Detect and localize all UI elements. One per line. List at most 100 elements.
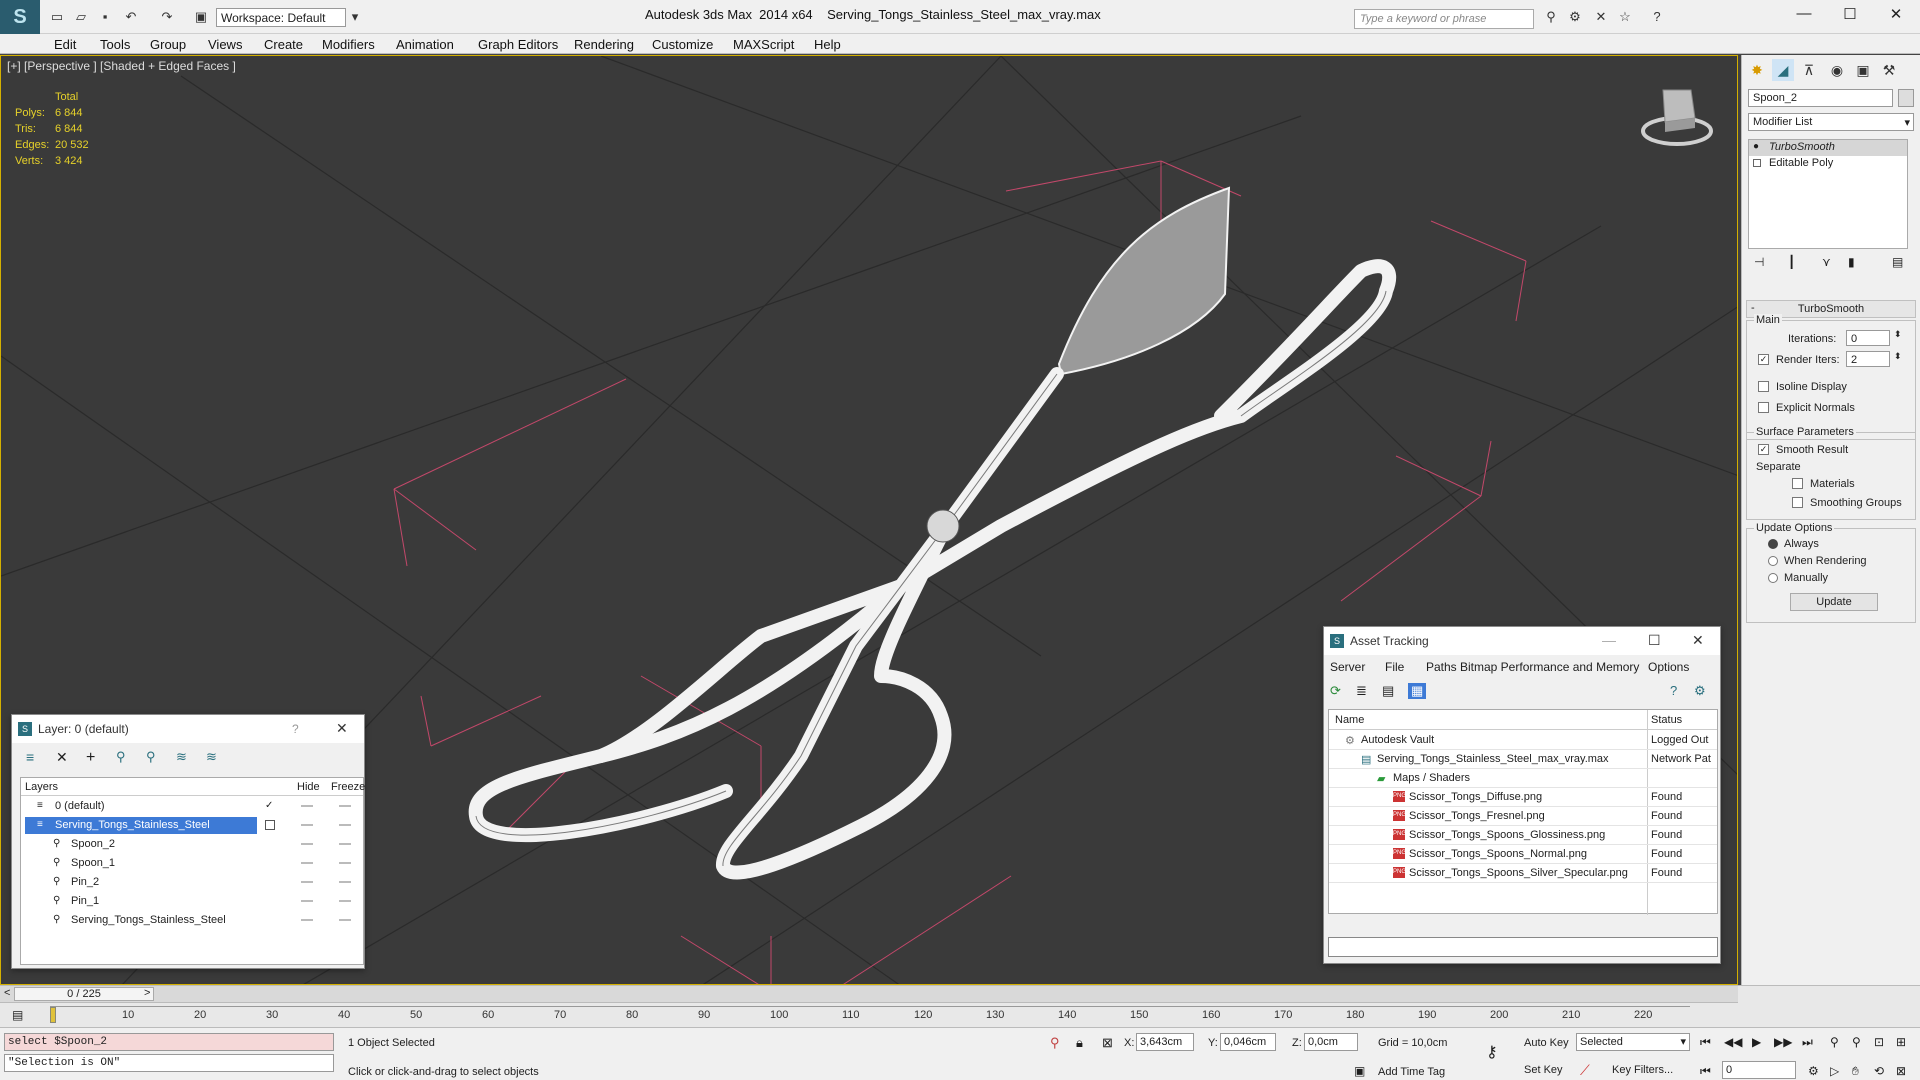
- hide-toggle[interactable]: [301, 919, 313, 921]
- track-bar[interactable]: 10 20 30 40 50 60 70 80 90 100 110 120 130 140 150 160 1…: [50, 1006, 1690, 1026]
- minimize-icon[interactable]: —: [1794, 5, 1814, 22]
- selection-lock-icon[interactable]: 🔒︎: [1076, 1035, 1083, 1051]
- zoom-all-icon[interactable]: ⚲: [1852, 1035, 1861, 1049]
- viewport-label[interactable]: [+] [Perspective ] [Shaded + Edged Faces…: [7, 59, 236, 73]
- make-unique-icon[interactable]: ⋎: [1822, 255, 1831, 269]
- object-name-input[interactable]: Spoon_2: [1748, 89, 1893, 107]
- maxscript-output-line[interactable]: "Selection is ON": [4, 1054, 334, 1072]
- stack-item-turbosmooth[interactable]: ● TurboSmooth: [1749, 140, 1907, 156]
- menu-customize[interactable]: Customize: [652, 37, 713, 52]
- zoom-icon[interactable]: ⚲: [1830, 1035, 1839, 1049]
- app-logo-icon[interactable]: S: [0, 0, 40, 34]
- minimize-icon[interactable]: —: [1602, 632, 1616, 648]
- close-icon[interactable]: ✕: [1886, 5, 1906, 23]
- hide-toggle[interactable]: [301, 881, 313, 883]
- help-icon[interactable]: ?: [1650, 10, 1664, 24]
- add-time-tag-button[interactable]: Add Time Tag: [1378, 1066, 1445, 1078]
- modifier-list-dropdown[interactable]: Modifier List ▾: [1748, 113, 1914, 131]
- time-slider[interactable]: 0 / 225: [14, 987, 154, 1001]
- delete-layer-icon[interactable]: ✕: [56, 749, 68, 766]
- track-bar-toggle-icon[interactable]: ▤: [12, 1008, 23, 1022]
- hide-toggle[interactable]: [301, 900, 313, 902]
- col-status[interactable]: Status: [1651, 714, 1682, 726]
- render-iters-spinner[interactable]: ⬍: [1894, 351, 1902, 362]
- pin-stack-icon[interactable]: ⊣: [1754, 255, 1764, 269]
- set-key-button[interactable]: Set Key: [1524, 1064, 1563, 1076]
- asset-row[interactable]: PNG Scissor_Tongs_Diffuse.png Found: [1329, 788, 1717, 807]
- y-coordinate-input[interactable]: 0,046cm: [1220, 1033, 1276, 1051]
- menu-bitmap-performance[interactable]: Bitmap Performance and Memory: [1460, 660, 1639, 674]
- freeze-toggle[interactable]: [339, 862, 351, 864]
- pan-icon[interactable]: ✋︎: [1852, 1064, 1859, 1079]
- asset-path-field[interactable]: [1328, 937, 1718, 957]
- update-button[interactable]: Update: [1790, 593, 1878, 611]
- set-keys-icon[interactable]: ⟋: [1580, 1062, 1590, 1079]
- hide-toggle[interactable]: [301, 862, 313, 864]
- search-input[interactable]: Type a keyword or phrase: [1354, 9, 1534, 29]
- layer-row[interactable]: ≡ 0 (default) ✓: [21, 797, 363, 816]
- slider-prev-icon[interactable]: <: [4, 987, 10, 999]
- configure-sets-icon[interactable]: ▤: [1892, 255, 1903, 269]
- key-mode-icon[interactable]: ⚷: [1486, 1042, 1498, 1062]
- table-view-icon[interactable]: ▦: [1408, 683, 1427, 699]
- redo-icon[interactable]: ↷: [160, 10, 174, 24]
- menu-maxscript[interactable]: MAXScript: [733, 37, 794, 52]
- always-radio[interactable]: [1768, 539, 1778, 549]
- key-filters-button[interactable]: Key Filters...: [1612, 1064, 1673, 1076]
- object-color-swatch[interactable]: [1898, 89, 1914, 107]
- menu-views[interactable]: Views: [208, 37, 242, 52]
- auto-key-button[interactable]: Auto Key: [1524, 1037, 1569, 1049]
- save-icon[interactable]: ▪: [98, 10, 112, 24]
- maximize-viewport-icon[interactable]: ⊠: [1896, 1064, 1906, 1078]
- open-folder-icon[interactable]: ▱: [74, 10, 88, 24]
- hide-all-icon[interactable]: ≋: [176, 749, 187, 765]
- expand-icon[interactable]: [1753, 159, 1761, 167]
- refresh-icon[interactable]: ⟳: [1330, 683, 1341, 699]
- freeze-all-icon[interactable]: ≋: [206, 749, 217, 765]
- asset-row[interactable]: ⚙ Autodesk Vault Logged Out: [1329, 731, 1717, 750]
- zoom-extents-all-icon[interactable]: ⊞: [1896, 1035, 1906, 1049]
- menu-animation[interactable]: Animation: [396, 37, 454, 52]
- modify-tab-icon[interactable]: ◢: [1772, 59, 1794, 81]
- current-frame-input[interactable]: 0: [1722, 1061, 1796, 1079]
- motion-tab-icon[interactable]: ◉: [1826, 59, 1848, 81]
- workspace-dropdown[interactable]: Workspace: Default: [216, 8, 346, 27]
- layer-row[interactable]: ⚲ Pin_2: [21, 873, 363, 892]
- select-objects-icon[interactable]: ⚲: [116, 749, 126, 765]
- play-icon[interactable]: ▶: [1752, 1035, 1761, 1049]
- tree-view-icon[interactable]: ▤: [1382, 683, 1394, 699]
- hide-toggle[interactable]: [301, 805, 313, 807]
- asset-row[interactable]: PNG Scissor_Tongs_Spoons_Glossiness.png Fo…: [1329, 826, 1717, 845]
- render-iters-checkbox[interactable]: ✓: [1758, 354, 1769, 365]
- iterations-spinner[interactable]: ⬍: [1894, 329, 1902, 340]
- col-name[interactable]: Name: [1335, 714, 1364, 726]
- maxscript-listener-line[interactable]: select $Spoon_2: [4, 1033, 334, 1051]
- highlight-layer-icon[interactable]: ⚲: [146, 749, 156, 765]
- orbit-icon[interactable]: ⟲: [1874, 1064, 1884, 1078]
- when-rendering-radio[interactable]: [1768, 556, 1778, 566]
- layer-row[interactable]: ⚲ Pin_1: [21, 892, 363, 911]
- slider-next-icon[interactable]: >: [144, 987, 150, 999]
- smoothing-groups-checkbox[interactable]: [1792, 497, 1803, 508]
- close-icon[interactable]: ✕: [1692, 632, 1704, 649]
- settings-icon[interactable]: ⚙: [1694, 683, 1706, 699]
- key-mode-toggle-icon[interactable]: ⏮: [1700, 1064, 1711, 1079]
- go-to-start-icon[interactable]: ⏮: [1700, 1035, 1711, 1050]
- render-iters-input[interactable]: 2: [1846, 351, 1890, 367]
- key-selection-dropdown[interactable]: Selected ▾: [1576, 1033, 1690, 1051]
- project-folder-icon[interactable]: ▣: [194, 10, 208, 24]
- communication-icon[interactable]: ✕: [1594, 10, 1608, 24]
- asset-row[interactable]: PNG Scissor_Tongs_Spoons_Normal.png Found: [1329, 845, 1717, 864]
- display-tab-icon[interactable]: ▣: [1852, 59, 1874, 81]
- col-freeze[interactable]: Freeze: [331, 781, 365, 793]
- current-frame-marker[interactable]: [50, 1007, 56, 1023]
- menu-paths[interactable]: Paths: [1426, 660, 1457, 674]
- layer-row[interactable]: ⚲ Spoon_1: [21, 854, 363, 873]
- maximize-icon[interactable]: ☐: [1840, 5, 1860, 23]
- set-current-checkbox[interactable]: [265, 820, 275, 830]
- layer-row[interactable]: ⚲ Serving_Tongs_Stainless_Steel: [21, 911, 363, 930]
- menu-rendering[interactable]: Rendering: [574, 37, 634, 52]
- previous-frame-icon[interactable]: ◀◀: [1724, 1035, 1742, 1049]
- zoom-extents-icon[interactable]: ⊡: [1874, 1035, 1884, 1049]
- go-to-end-icon[interactable]: ⏭: [1802, 1035, 1813, 1050]
